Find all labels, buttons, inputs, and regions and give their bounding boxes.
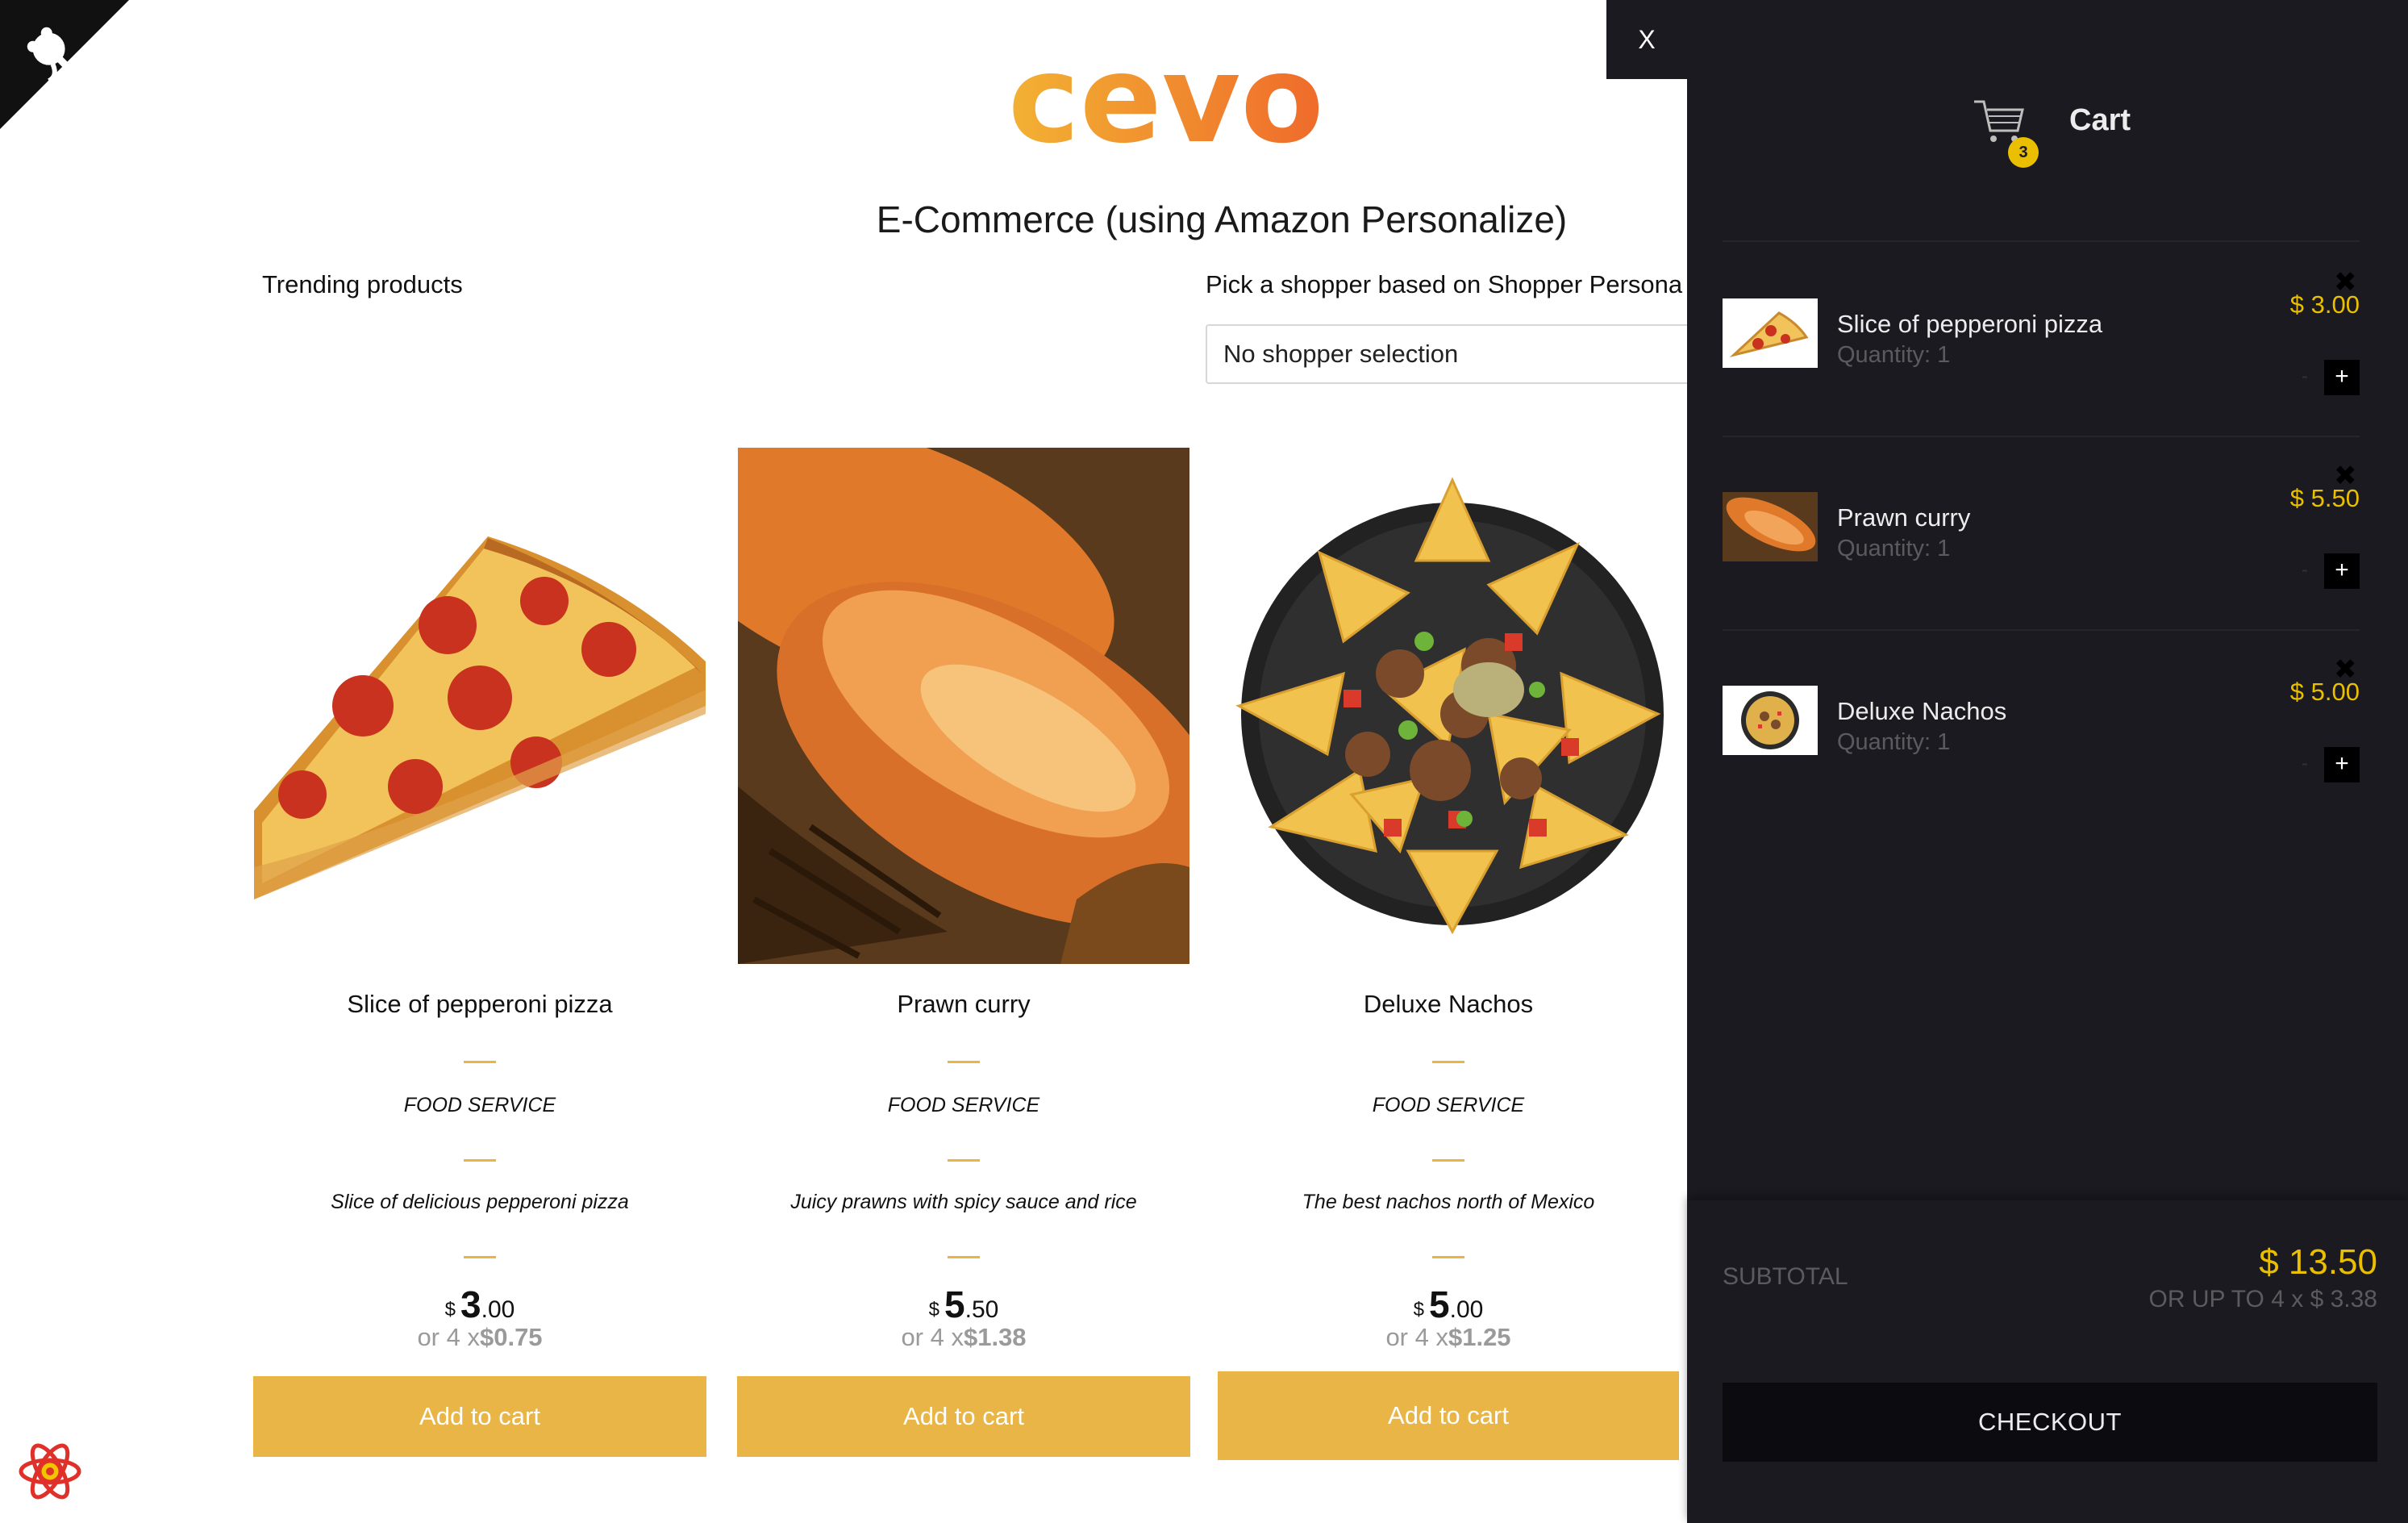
- cart-item-quantity: Quantity: 1: [1837, 342, 1951, 368]
- price-whole: 5: [1429, 1283, 1450, 1325]
- currency-symbol: $: [928, 1299, 940, 1321]
- product-description: The best nachos north of Mexico: [1302, 1191, 1595, 1213]
- price-whole: 3: [460, 1283, 481, 1325]
- cart-item-quantity: Quantity: 1: [1837, 536, 1951, 561]
- product-price: $3.00: [253, 1283, 706, 1326]
- product-description: Juicy prawns with spicy sauce and rice: [790, 1191, 1137, 1213]
- cart-item-quantity: Quantity: 1: [1837, 729, 1951, 755]
- product-name: Prawn curry: [897, 990, 1031, 1018]
- divider: [464, 1256, 496, 1258]
- product-category: FOOD SERVICE: [887, 1094, 1040, 1116]
- price-cents: .00: [1449, 1296, 1484, 1323]
- subtotal-label: SUBTOTAL: [1723, 1263, 1848, 1290]
- cart-item-price: $ 5.00: [2289, 678, 2360, 706]
- price-cents: .50: [964, 1296, 999, 1323]
- add-to-cart-button[interactable]: Add to cart: [1218, 1371, 1679, 1460]
- currency-symbol: $: [1413, 1299, 1425, 1321]
- product-name: Deluxe Nachos: [1363, 990, 1534, 1018]
- product-category: FOOD SERVICE: [1372, 1094, 1525, 1116]
- divider: [1723, 629, 2360, 631]
- increase-quantity-button[interactable]: +: [2324, 360, 2360, 395]
- product-description: Slice of delicious pepperoni pizza: [331, 1191, 629, 1213]
- cart-item-thumbnail: [1723, 298, 1818, 368]
- cevo-logo: cevo: [1000, 30, 1419, 170]
- product-installment: or 4 x$1.38: [901, 1323, 1027, 1351]
- react-atom-icon[interactable]: [16, 1437, 84, 1505]
- product-image: [1223, 448, 1674, 964]
- product-price: $5.00: [1216, 1283, 1681, 1326]
- cart-item-price: $ 5.50: [2289, 484, 2360, 512]
- divider: [948, 1159, 980, 1162]
- cart-footer: SUBTOTAL $ 13.50 OR UP TO 4 x $ 3.38 CHE…: [1687, 1200, 2408, 1523]
- product-card: Slice of pepperoni pizza FOOD SERVICE Sl…: [253, 448, 706, 1457]
- subtotal-installment: OR UP TO 4 x $ 3.38: [2148, 1286, 2377, 1312]
- svg-text:cevo: cevo: [1008, 32, 1323, 161]
- divider: [464, 1061, 496, 1063]
- product-installment: or 4 x$0.75: [417, 1323, 543, 1351]
- cart-item-title: Deluxe Nachos: [1837, 697, 2007, 725]
- divider: [464, 1159, 496, 1162]
- cart-item: Prawn curry Quantity: 1 ✖ $ 5.50 - +: [1723, 460, 2360, 653]
- cart-item-title: Prawn curry: [1837, 503, 1971, 532]
- currency-symbol: $: [444, 1299, 456, 1321]
- shopper-select[interactable]: No shopper selection: [1206, 324, 1722, 384]
- cart-header: 3 Cart: [1687, 89, 2408, 242]
- cart-close-button[interactable]: X: [1606, 0, 1687, 79]
- cart-item-thumbnail: [1723, 492, 1818, 561]
- cart-count-badge: 3: [2008, 137, 2039, 168]
- subtotal-value: $ 13.50: [2259, 1242, 2377, 1282]
- cart-item-title: Slice of pepperoni pizza: [1837, 310, 2103, 338]
- divider: [948, 1061, 980, 1063]
- add-to-cart-button[interactable]: Add to cart: [253, 1376, 706, 1457]
- product-price: $5.50: [737, 1283, 1190, 1326]
- divider: [1723, 240, 2360, 242]
- github-corner-link[interactable]: [0, 0, 129, 129]
- product-image: [738, 448, 1189, 964]
- price-cents: .00: [481, 1296, 515, 1323]
- product-card: Deluxe Nachos FOOD SERVICE The best nach…: [1216, 448, 1681, 1460]
- shopper-persona-label: Pick a shopper based on Shopper Persona: [1206, 270, 1683, 298]
- price-whole: 5: [944, 1283, 965, 1325]
- product-image: [254, 448, 706, 964]
- checkout-button[interactable]: CHECKOUT: [1723, 1383, 2377, 1462]
- cart-item: Deluxe Nachos Quantity: 1 ✖ $ 5.00 - +: [1723, 653, 2360, 847]
- divider: [1432, 1256, 1464, 1258]
- divider: [948, 1256, 980, 1258]
- divider: [1432, 1061, 1464, 1063]
- cart-item: Slice of pepperoni pizza Quantity: 1 ✖ $…: [1723, 266, 2360, 460]
- divider: [1432, 1159, 1464, 1162]
- page-title: E-Commerce (using Amazon Personalize): [876, 198, 1568, 240]
- add-to-cart-button[interactable]: Add to cart: [737, 1376, 1190, 1457]
- divider: [1723, 436, 2360, 437]
- trending-label: Trending products: [262, 270, 463, 298]
- cart-item-price: $ 3.00: [2289, 290, 2360, 319]
- increase-quantity-button[interactable]: +: [2324, 747, 2360, 782]
- decrease-quantity-button[interactable]: -: [2287, 747, 2323, 782]
- product-category: FOOD SERVICE: [403, 1094, 556, 1116]
- increase-quantity-button[interactable]: +: [2324, 553, 2360, 589]
- decrease-quantity-button[interactable]: -: [2287, 360, 2323, 395]
- decrease-quantity-button[interactable]: -: [2287, 553, 2323, 589]
- github-octocat-icon: [0, 0, 129, 129]
- cart-title: Cart: [2069, 103, 2131, 137]
- cart-item-thumbnail: [1723, 686, 1818, 755]
- product-name: Slice of pepperoni pizza: [347, 990, 613, 1018]
- product-card: Prawn curry FOOD SERVICE Juicy prawns wi…: [737, 448, 1190, 1457]
- product-installment: or 4 x$1.25: [1385, 1323, 1511, 1351]
